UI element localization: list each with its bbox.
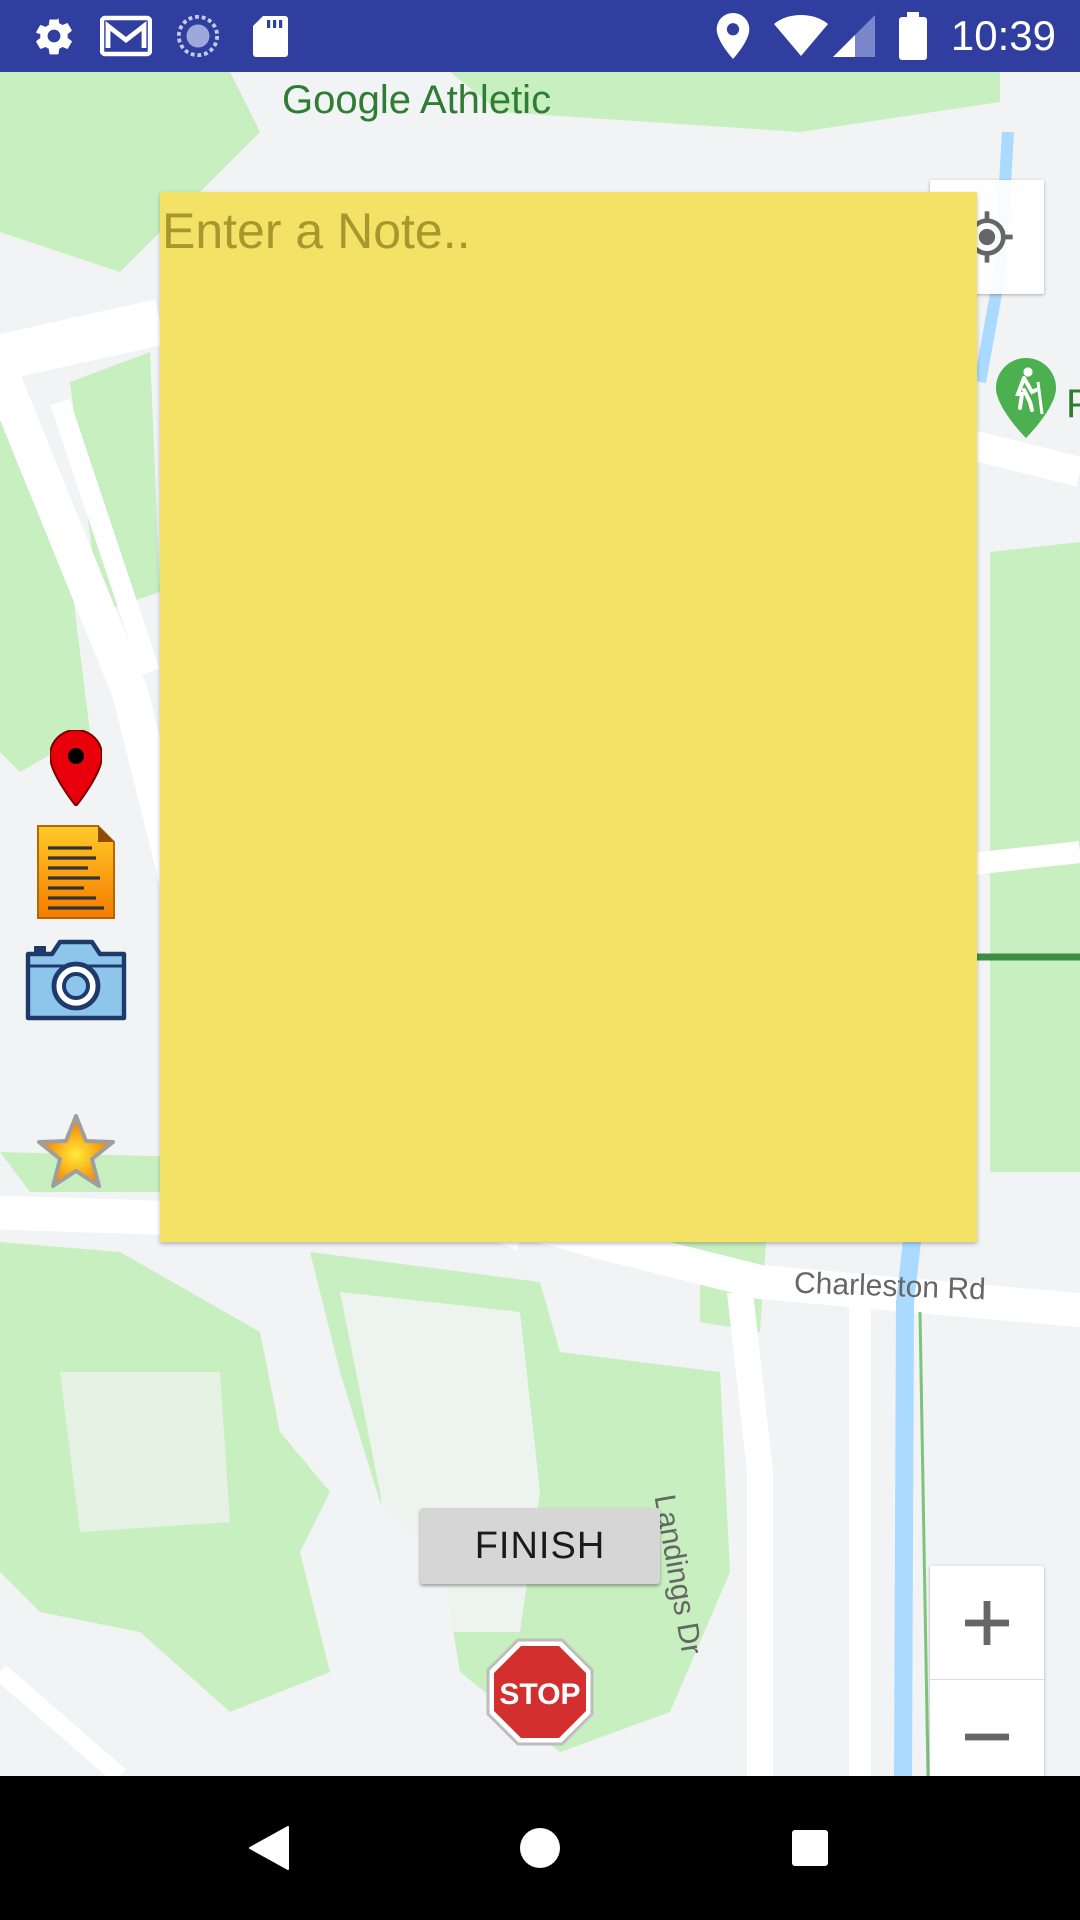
wifi-icon (772, 12, 830, 60)
hiker-icon[interactable] (996, 358, 1056, 438)
gear-icon (30, 12, 78, 60)
zoom-divider (930, 1679, 1044, 1680)
stop-button[interactable]: STOP (484, 1636, 596, 1748)
signal-icon (832, 12, 876, 60)
camera-icon[interactable] (24, 936, 128, 1022)
stop-label: STOP (499, 1678, 580, 1711)
back-icon[interactable] (238, 1816, 302, 1880)
location-icon (712, 12, 754, 60)
road-label-charleston: Charleston Rd (793, 1266, 987, 1307)
clock: 10:39 (950, 12, 1056, 59)
sd-card-icon (248, 12, 292, 60)
note-panel (160, 192, 977, 1242)
zoom-out-button[interactable] (930, 1680, 1044, 1776)
home-icon[interactable] (508, 1816, 572, 1880)
note-icon[interactable] (36, 824, 116, 920)
zoom-controls (930, 1566, 1044, 1776)
finish-button[interactable]: FINISH (420, 1508, 660, 1584)
poi-partial-label: P (1066, 382, 1080, 426)
map-pin-icon[interactable] (50, 730, 102, 806)
minus-icon (965, 1733, 1009, 1741)
plus-icon (965, 1601, 1009, 1645)
map-view[interactable]: Google Athletic Charleston Rd Landings D… (0, 72, 1080, 1776)
recents-icon[interactable] (778, 1816, 842, 1880)
star-icon[interactable] (36, 1112, 116, 1192)
note-input[interactable] (160, 192, 977, 1242)
battery-icon (896, 12, 930, 60)
google-logo: Google (20, 1768, 176, 1776)
sync-icon (174, 12, 222, 60)
status-bar: 10:39 (0, 0, 1080, 72)
gmail-icon (98, 12, 154, 60)
zoom-in-button[interactable] (930, 1566, 1044, 1680)
poi-label: Google Athletic (282, 78, 552, 122)
navigation-bar (0, 1776, 1080, 1920)
